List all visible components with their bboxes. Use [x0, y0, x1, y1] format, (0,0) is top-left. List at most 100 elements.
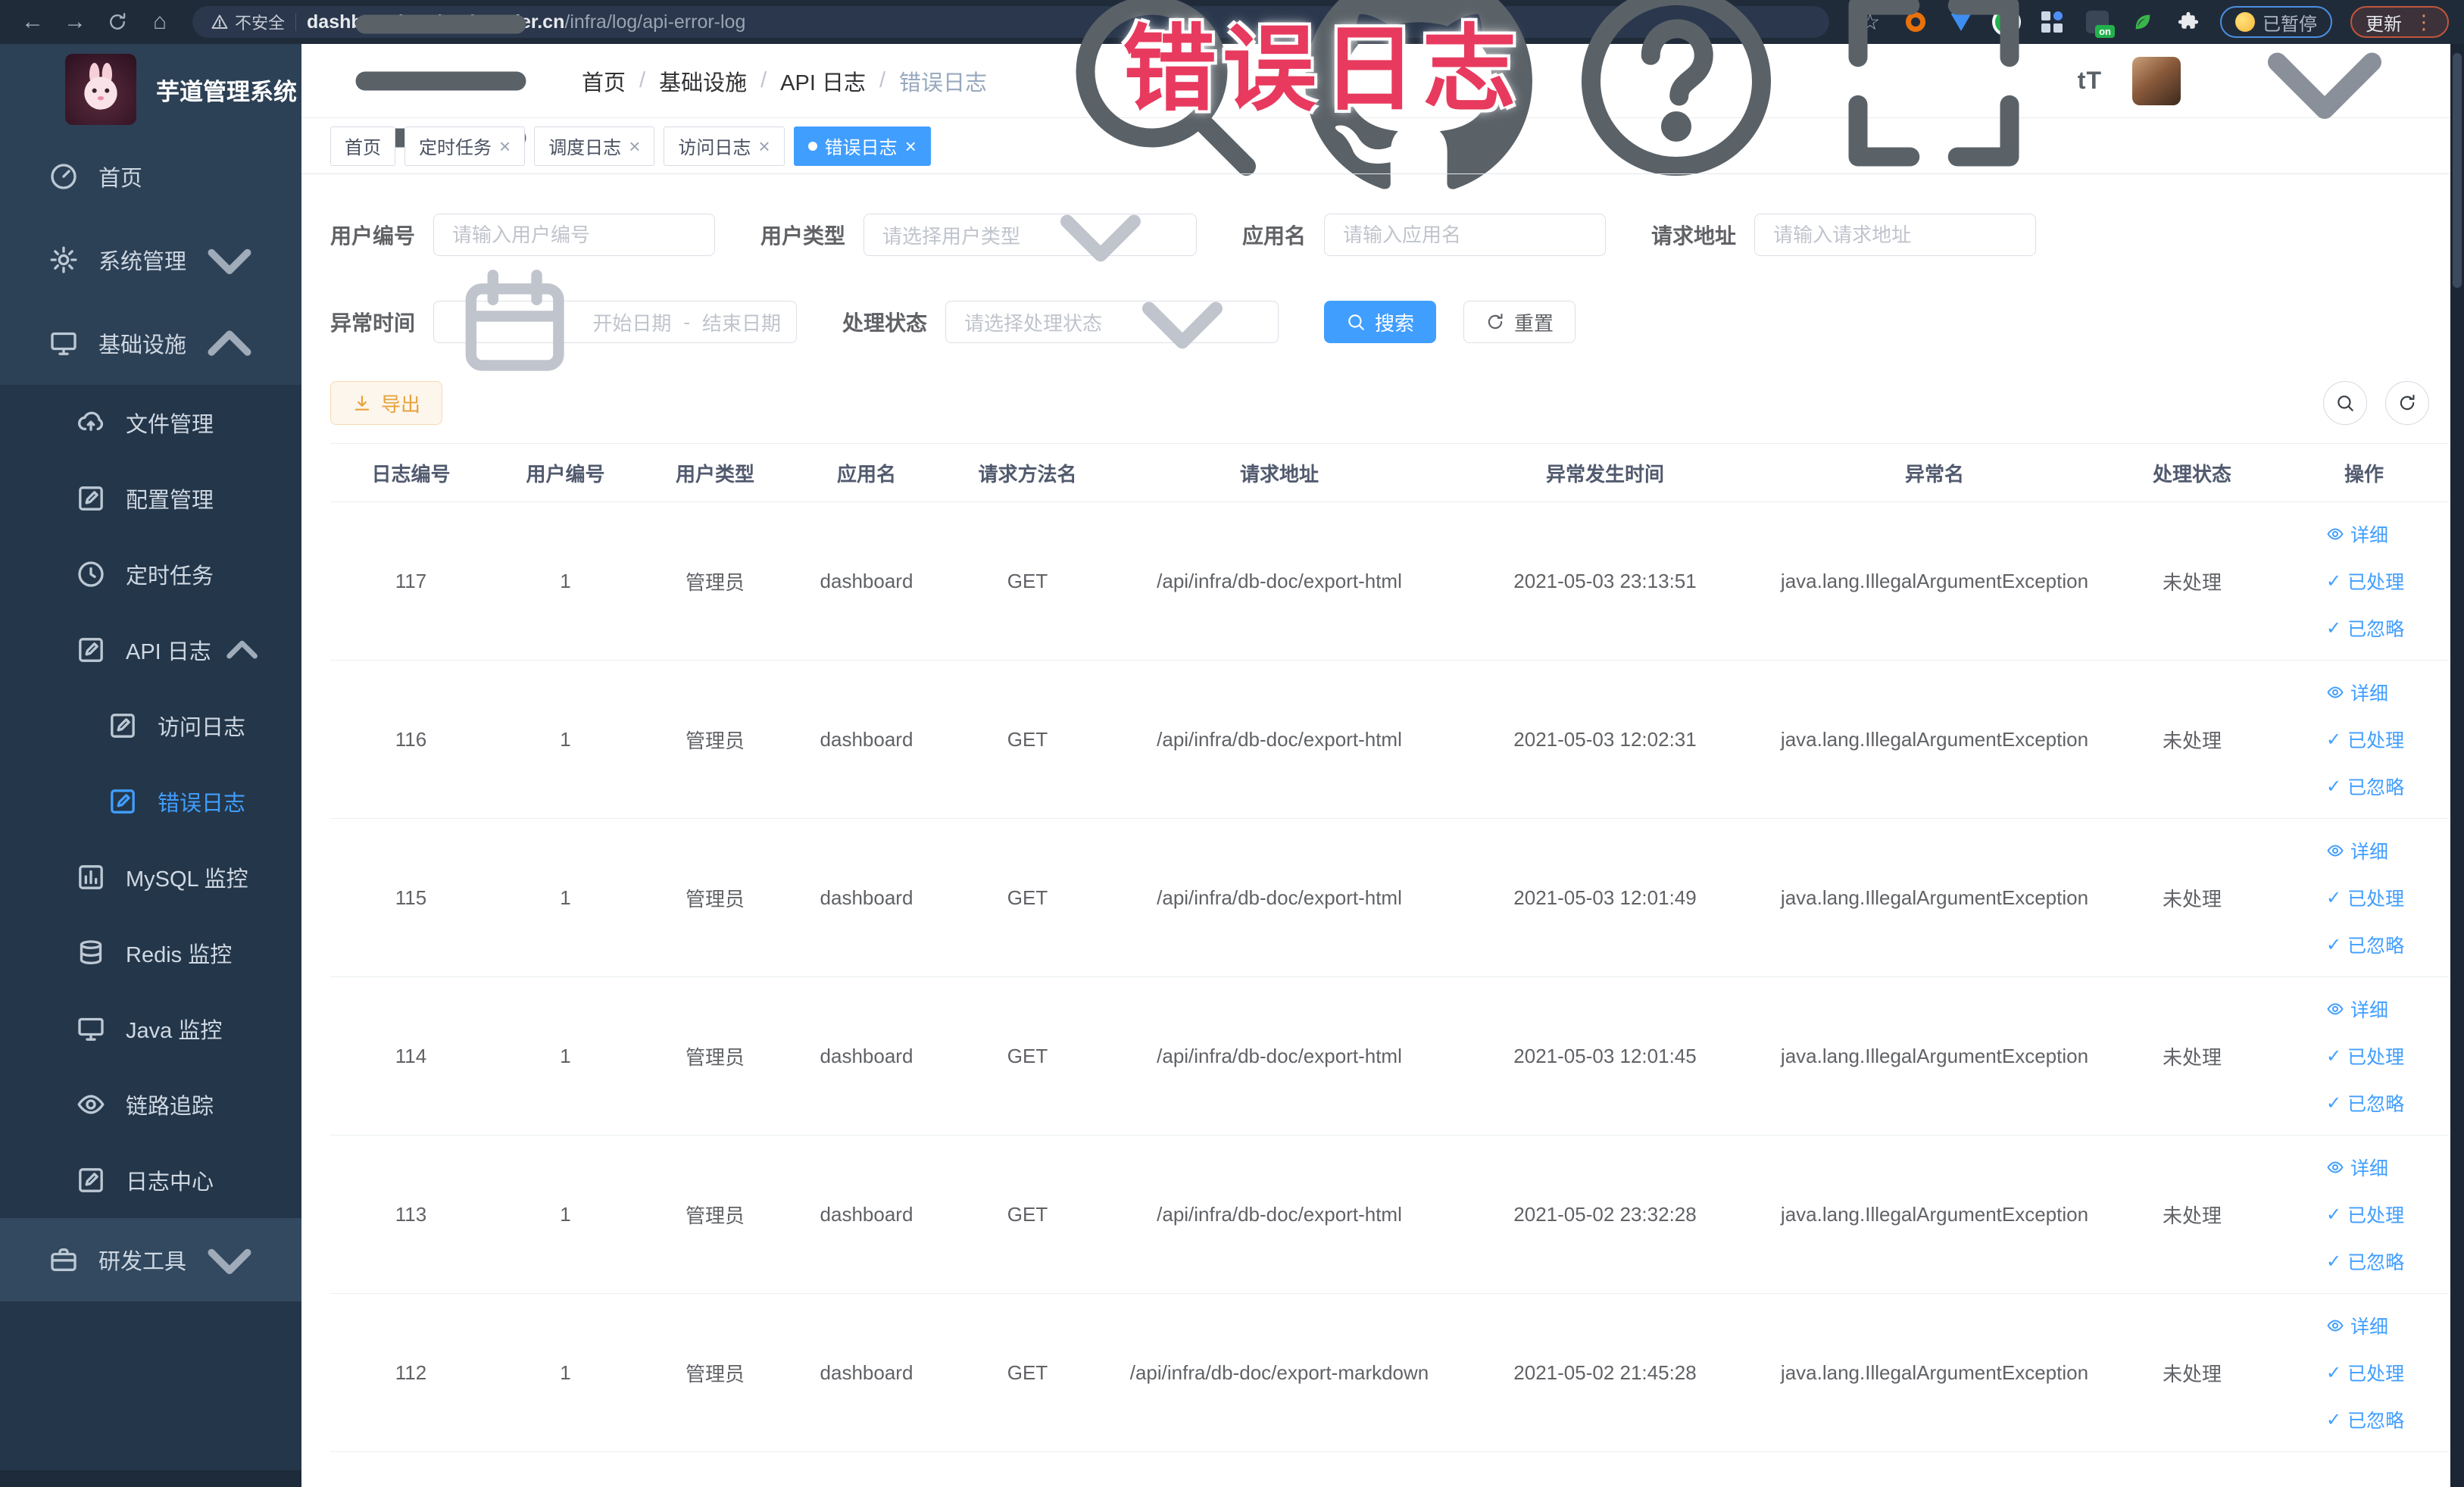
sidebar-item-error-log[interactable]: 错误日志	[0, 764, 301, 839]
tab-home[interactable]: 首页	[330, 126, 395, 166]
cell-method: GET	[1007, 1044, 1048, 1067]
action-processed-link[interactable]: ✓ 已处理	[2326, 726, 2404, 753]
toggle-search-button[interactable]	[2323, 381, 2367, 425]
tab-label: 访问日志	[678, 138, 751, 158]
action-processed-link[interactable]: ✓ 已处理	[2326, 1042, 2404, 1070]
sidebar-item-redis-monitor[interactable]: Redis 监控	[0, 915, 301, 991]
cell-status: 未处理	[2162, 1362, 2222, 1385]
sidebar-item-java-monitor[interactable]: Java 监控	[0, 991, 301, 1067]
action-ignored-link[interactable]: ✓ 已忽略	[2326, 1248, 2404, 1275]
action-detail-link[interactable]: 详细	[2326, 1154, 2388, 1181]
cell-method: GET	[1007, 569, 1048, 592]
action-ignored-link[interactable]: ✓ 已忽略	[2326, 1406, 2404, 1433]
security-indicator[interactable]: 不安全	[211, 10, 285, 34]
table-row: 117 1 管理员 dashboard GET/api/infra/db-doc/exp…	[330, 502, 2449, 661]
reload-icon[interactable]	[100, 5, 135, 39]
action-detail-link[interactable]: 详细	[2326, 679, 2388, 706]
stack-icon	[76, 938, 106, 968]
tab-close-icon[interactable]: ×	[905, 136, 917, 156]
tab-label: 错误日志	[824, 138, 898, 158]
user-id-input[interactable]	[434, 223, 715, 247]
action-ignored-link[interactable]: ✓ 已忽略	[2326, 931, 2404, 958]
tab-job-log[interactable]: 调度日志 ×	[534, 126, 655, 166]
action-processed-link[interactable]: ✓ 已处理	[2326, 1201, 2404, 1228]
app-name-input[interactable]	[1325, 223, 1606, 247]
sidebar-item-label: 错误日志	[158, 792, 246, 816]
sidebar-item-file-management[interactable]: 文件管理	[0, 385, 301, 461]
chevron-down-icon	[186, 1217, 273, 1303]
sidebar-item-scheduled-tasks[interactable]: 定时任务	[0, 536, 301, 612]
table-row: 113 1 管理员 dashboard GET/api/infra/db-doc/exp…	[330, 1136, 2449, 1294]
cell-url: /api/infra/db-doc/export-html	[1157, 727, 1402, 751]
sidebar-item-label: MySQL 监控	[126, 867, 248, 892]
eye-icon	[2326, 1158, 2344, 1176]
filter-row-1: 用户编号 用户类型 请选择用户类型 应用名	[330, 214, 2449, 262]
sidebar-item-label: 研发工具	[98, 1250, 187, 1274]
action-processed-link[interactable]: ✓ 已处理	[2326, 567, 2404, 595]
action-detail-link[interactable]: 详细	[2326, 520, 2388, 548]
sidebar-item-access-log[interactable]: 访问日志	[0, 688, 301, 764]
sidebar-item-system-management[interactable]: 系统管理	[0, 218, 301, 301]
tab-close-icon[interactable]: ×	[758, 136, 770, 156]
action-detail-link[interactable]: 详细	[2326, 995, 2388, 1023]
reset-button[interactable]: 重置	[1463, 301, 1576, 343]
sidebar-item-log-center[interactable]: 日志中心	[0, 1142, 301, 1218]
page-scrollbar[interactable]	[2450, 44, 2464, 1487]
refresh-icon	[1485, 312, 1505, 332]
sidebar-item-home[interactable]: 首页	[0, 135, 301, 218]
end-date-placeholder: 结束日期	[702, 311, 782, 335]
sidebar-item-dev-tools[interactable]: 研发工具	[0, 1218, 301, 1301]
sidebar-item-api-log[interactable]: API 日志	[0, 612, 301, 688]
scrollbar-thumb[interactable]	[2453, 53, 2462, 288]
refresh-table-button[interactable]	[2385, 381, 2429, 425]
breadcrumb-separator: /	[879, 68, 886, 92]
tab-close-icon[interactable]: ×	[629, 136, 640, 156]
page-content: 用户编号 用户类型 请选择用户类型 应用名	[301, 174, 2464, 1487]
extension-icon-on-switch[interactable]: on	[2084, 8, 2115, 38]
column-header: 请求方法名	[978, 462, 1077, 486]
sidebar-item-config-management[interactable]: 配置管理	[0, 461, 301, 536]
action-detail-link[interactable]: 详细	[2326, 1312, 2388, 1339]
text-size-icon[interactable]: tT	[2078, 67, 2102, 95]
request-url-input[interactable]	[1755, 223, 2036, 247]
check-icon: ✓	[2326, 570, 2342, 592]
sidebar-logo-row[interactable]: 芋道管理系统	[0, 44, 301, 135]
action-label: 详细	[2350, 683, 2389, 704]
sidebar-item-label: 系统管理	[98, 250, 187, 274]
sidebar-item-label: Java 监控	[126, 1019, 223, 1043]
breadcrumb-item[interactable]: 基础设施	[659, 65, 747, 97]
action-processed-link[interactable]: ✓ 已处理	[2326, 884, 2404, 911]
export-button[interactable]: 导出	[330, 381, 443, 425]
search-button[interactable]: 搜索	[1324, 301, 1437, 343]
process-status-select[interactable]: 请选择处理状态	[945, 301, 1279, 349]
action-label: 详细	[2350, 1158, 2389, 1179]
action-ignored-link[interactable]: ✓ 已忽略	[2326, 1089, 2404, 1117]
home-icon[interactable]: ⌂	[142, 5, 177, 39]
action-ignored-link[interactable]: ✓ 已忽略	[2326, 773, 2404, 800]
cell-time: 2021-05-03 12:01:45	[1513, 1044, 1697, 1067]
breadcrumb-item[interactable]: API 日志	[780, 65, 866, 97]
forward-icon[interactable]: →	[58, 5, 92, 39]
app-body: 芋道管理系统 首页 系统管理 基础设施 文件管理 配置管理 定时任务 API 日志 访问日志错…	[0, 0, 2464, 1487]
action-label: 已忽略	[2347, 936, 2405, 957]
tab-close-icon[interactable]: ×	[499, 136, 511, 156]
column-header: 请求地址	[1239, 462, 1319, 486]
filter-process-status: 处理状态 请选择处理状态	[842, 301, 1279, 349]
cell-method: GET	[1007, 1360, 1048, 1384]
tab-job[interactable]: 定时任务 ×	[404, 126, 526, 166]
breadcrumb-item[interactable]: 首页	[582, 65, 626, 97]
sidebar-item-mysql-monitor[interactable]: MySQL 监控	[0, 839, 301, 915]
back-icon[interactable]: ←	[15, 5, 50, 39]
check-icon: ✓	[2326, 934, 2342, 955]
filter-label: 处理状态	[842, 311, 928, 335]
sidebar-item-infrastructure[interactable]: 基础设施	[0, 301, 301, 385]
cell-exception: java.lang.IllegalArgumentException	[1780, 727, 2089, 751]
user-avatar[interactable]	[2132, 56, 2181, 105]
action-processed-link[interactable]: ✓ 已处理	[2326, 1359, 2404, 1386]
tab-access-log[interactable]: 访问日志 ×	[664, 126, 785, 166]
action-ignored-link[interactable]: ✓ 已忽略	[2326, 614, 2404, 642]
tab-error-log[interactable]: 错误日志 ×	[793, 126, 931, 166]
sidebar-item-trace[interactable]: 链路追踪	[0, 1067, 301, 1142]
date-range-picker[interactable]: 开始日期 - 结束日期	[433, 270, 798, 371]
action-detail-link[interactable]: 详细	[2326, 837, 2388, 864]
